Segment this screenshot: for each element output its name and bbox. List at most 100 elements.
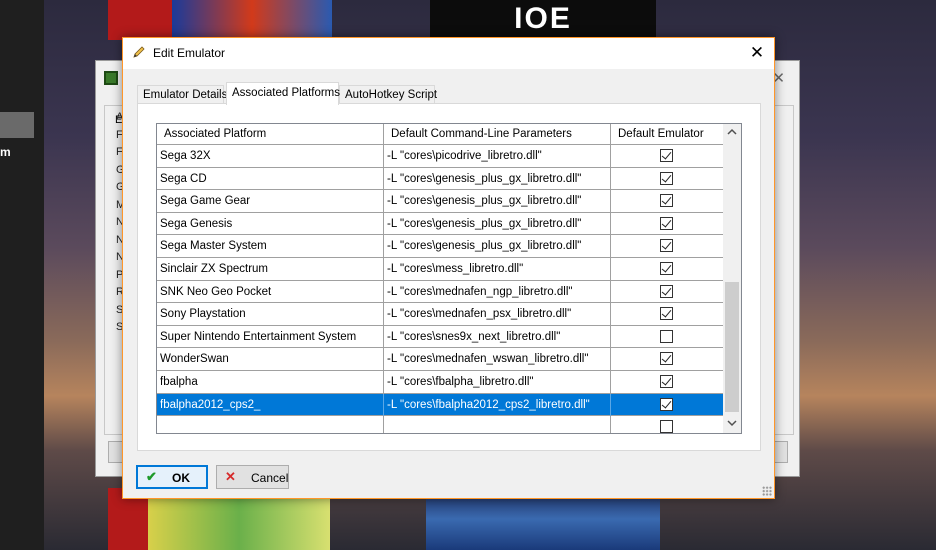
resize-grip-icon[interactable]: [762, 486, 772, 496]
table-row[interactable]: [157, 416, 723, 433]
parameters-cell[interactable]: -L "cores\mednafen_wswan_libretro.dll": [384, 348, 611, 371]
default-emulator-cell: [611, 394, 723, 416]
table-row[interactable]: Sony Playstation -L "cores\mednafen_psx_l…: [157, 303, 723, 326]
default-emulator-cell: [611, 303, 723, 325]
table-row[interactable]: SNK Neo Geo Pocket -L "cores\mednafen_ngp…: [157, 280, 723, 304]
platforms-grid[interactable]: Associated Platform Default Command-Line…: [156, 123, 742, 434]
grid-rows: Sega 32X -L "cores\picodrive_libretro.dll…: [157, 145, 723, 433]
table-row[interactable]: Sega CD -L "cores\genesis_plus_gx_libretr…: [157, 167, 723, 191]
checkmark-icon: [661, 217, 672, 228]
x-icon: ✕: [225, 469, 236, 484]
default-emulator-cell: [611, 348, 723, 370]
default-emulator-checkbox[interactable]: [660, 261, 673, 275]
parameters-cell[interactable]: [384, 416, 611, 433]
tab-emulator-details[interactable]: Emulator Details: [137, 85, 227, 104]
tab-associated-platforms[interactable]: Associated Platforms: [226, 82, 340, 105]
platform-cell[interactable]: Sega Master System: [157, 235, 384, 258]
default-emulator-checkbox[interactable]: [660, 216, 673, 230]
default-emulator-checkbox[interactable]: [660, 284, 673, 298]
cover-title: IOE: [514, 2, 572, 35]
platform-cell[interactable]: WonderSwan: [157, 348, 384, 371]
game-cover-art: [172, 0, 332, 40]
checkmark-icon: [661, 149, 672, 160]
platform-cell[interactable]: Sinclair ZX Spectrum: [157, 257, 384, 280]
close-button[interactable]: ✕: [740, 38, 774, 69]
checkmark-icon: [661, 172, 672, 183]
parameters-cell[interactable]: -L "cores\fbalpha_libretro.dll": [384, 370, 611, 393]
game-cover-art: IOE: [430, 0, 656, 38]
platform-cell[interactable]: Sega CD: [157, 167, 384, 190]
parameters-cell[interactable]: -L "cores\fbalpha2012_cps2_libretro.dll": [384, 393, 611, 416]
platform-cell[interactable]: fbalpha2012_cps2_: [157, 393, 384, 416]
default-emulator-checkbox[interactable]: [660, 420, 673, 433]
default-emulator-checkbox[interactable]: [660, 171, 673, 185]
checkmark-icon: [661, 307, 672, 318]
title-bar: Edit Emulator ✕: [123, 38, 774, 69]
platform-cell[interactable]: fbalpha: [157, 370, 384, 393]
checkmark-icon: [661, 262, 672, 273]
checkmark-icon: [661, 375, 672, 386]
table-row[interactable]: Sinclair ZX Spectrum -L "cores\mess_libre…: [157, 257, 723, 281]
platform-cell[interactable]: Sega Genesis: [157, 212, 384, 235]
table-row[interactable]: Super Nintendo Entertainment System -L "c…: [157, 325, 723, 349]
table-row[interactable]: fbalpha2012_cps2_ -L "cores\fbalpha2012_c…: [157, 393, 723, 417]
vertical-scrollbar[interactable]: [723, 124, 741, 433]
table-row[interactable]: Sega Genesis -L "cores\genesis_plus_gx_li…: [157, 212, 723, 236]
default-emulator-cell: [611, 416, 723, 433]
checkmark-icon: [661, 239, 672, 250]
table-row[interactable]: Sega Game Gear -L "cores\genesis_plus_gx_…: [157, 190, 723, 213]
scrollbar-thumb[interactable]: [725, 282, 739, 412]
parameters-cell[interactable]: -L "cores\mess_libretro.dll": [384, 257, 611, 280]
chevron-down-icon[interactable]: [723, 415, 741, 433]
table-row[interactable]: Sega Master System -L "cores\genesis_plus…: [157, 235, 723, 258]
checkmark-icon: [661, 352, 672, 363]
column-header-platform[interactable]: Associated Platform: [157, 124, 384, 144]
checkmark-icon: [661, 285, 672, 296]
default-emulator-checkbox[interactable]: [660, 397, 673, 411]
platform-cell[interactable]: Sega Game Gear: [157, 190, 384, 213]
platform-cell[interactable]: Sega 32X: [157, 145, 384, 167]
chevron-up-icon[interactable]: [723, 124, 741, 142]
default-emulator-cell: [611, 326, 723, 348]
table-row[interactable]: WonderSwan -L "cores\mednafen_wswan_libre…: [157, 348, 723, 371]
platform-cell[interactable]: SNK Neo Geo Pocket: [157, 280, 384, 303]
default-emulator-checkbox[interactable]: [660, 329, 673, 343]
tab-autohotkey-script[interactable]: AutoHotkey Script: [339, 85, 437, 104]
default-emulator-cell: [611, 258, 723, 280]
associated-platforms-panel: Associated Platform Default Command-Line…: [137, 103, 761, 451]
dialog-title: Edit Emulator: [153, 46, 226, 60]
platform-cell[interactable]: Sony Playstation: [157, 303, 384, 326]
default-emulator-checkbox[interactable]: [660, 352, 673, 366]
background-sidebar: [0, 0, 44, 550]
checkmark-icon: [661, 194, 672, 205]
column-header-default-emulator[interactable]: Default Emulator: [611, 124, 723, 144]
ok-button-label: OK: [172, 471, 190, 485]
parameters-cell[interactable]: -L "cores\genesis_plus_gx_libretro.dll": [384, 212, 611, 235]
default-emulator-cell: [611, 213, 723, 235]
parameters-cell[interactable]: -L "cores\picodrive_libretro.dll": [384, 145, 611, 167]
platform-cell[interactable]: Super Nintendo Entertainment System: [157, 325, 384, 348]
default-emulator-cell: [611, 281, 723, 303]
default-emulator-checkbox[interactable]: [660, 194, 673, 208]
close-icon: ✕: [749, 43, 765, 62]
table-row[interactable]: Sega 32X -L "cores\picodrive_libretro.dll…: [157, 145, 723, 168]
app-icon: [104, 71, 118, 85]
default-emulator-cell: [611, 145, 723, 167]
parameters-cell[interactable]: -L "cores\snes9x_next_libretro.dll": [384, 325, 611, 348]
platform-cell[interactable]: [157, 416, 384, 433]
parameters-cell[interactable]: -L "cores\genesis_plus_gx_libretro.dll": [384, 235, 611, 258]
default-emulator-checkbox[interactable]: [660, 239, 673, 253]
default-emulator-cell: [611, 190, 723, 212]
parameters-cell[interactable]: -L "cores\mednafen_ngp_libretro.dll": [384, 280, 611, 303]
default-emulator-checkbox[interactable]: [660, 149, 673, 162]
default-emulator-checkbox[interactable]: [660, 307, 673, 321]
parameters-cell[interactable]: -L "cores\mednafen_psx_libretro.dll": [384, 303, 611, 326]
ok-button[interactable]: ✔ OK: [136, 465, 208, 489]
cancel-button[interactable]: ✕ Cancel: [216, 465, 289, 489]
default-emulator-checkbox[interactable]: [660, 374, 673, 388]
background-sidebar-selected-item[interactable]: [0, 112, 34, 138]
column-header-parameters[interactable]: Default Command-Line Parameters: [384, 124, 611, 144]
parameters-cell[interactable]: -L "cores\genesis_plus_gx_libretro.dll": [384, 190, 611, 213]
parameters-cell[interactable]: -L "cores\genesis_plus_gx_libretro.dll": [384, 167, 611, 190]
table-row[interactable]: fbalpha -L "cores\fbalpha_libretro.dll": [157, 370, 723, 394]
